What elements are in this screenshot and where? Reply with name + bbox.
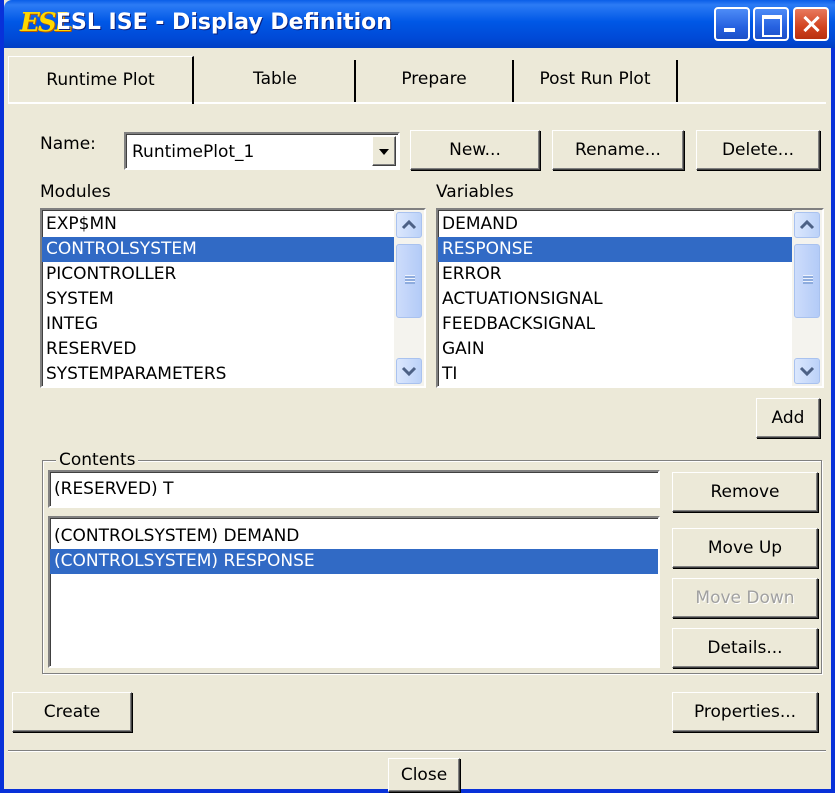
list-item[interactable]: CONTROLSYSTEM [42,237,394,262]
rename-button[interactable]: Rename... [552,130,684,170]
add-button[interactable]: Add [756,398,820,438]
tab-post-run-plot[interactable]: Post Run Plot [514,60,678,102]
chevron-down-icon[interactable] [372,136,396,166]
create-button[interactable]: Create [12,692,132,732]
modules-listbox[interactable]: EXP$MN CONTROLSYSTEM PICONTROLLER SYSTEM… [40,208,426,388]
list-item[interactable]: (CONTROLSYSTEM) RESPONSE [50,549,658,574]
minimize-button[interactable] [714,7,750,41]
scroll-thumb[interactable] [396,244,422,318]
list-item[interactable]: GAIN [438,337,792,362]
contents-listbox[interactable]: (CONTROLSYSTEM) DEMAND (CONTROLSYSTEM) R… [48,516,660,668]
details-button[interactable]: Details... [672,628,818,668]
new-button[interactable]: New... [410,130,540,170]
tab-table[interactable]: Table [196,60,356,102]
name-label: Name: [40,134,96,154]
name-combobox-value: RuntimePlot_1 [132,142,255,162]
modules-list: EXP$MN CONTROLSYSTEM PICONTROLLER SYSTEM… [42,212,394,386]
variables-label: Variables [436,182,514,202]
remove-button[interactable]: Remove [672,472,818,512]
scroll-up-icon[interactable] [396,212,422,238]
list-item[interactable]: EXP$MN [42,212,394,237]
modules-label: Modules [40,182,111,202]
list-item[interactable]: INTEG [42,312,394,337]
esl-app-icon: ESL [20,8,73,38]
list-item[interactable]: SYSTEMPARAMETERS [42,362,394,386]
variables-listbox[interactable]: DEMAND RESPONSE ERROR ACTUATIONSIGNAL FE… [436,208,824,388]
maximize-button[interactable] [753,7,789,41]
contents-entry-field[interactable]: (RESERVED) T [48,470,660,508]
list-item[interactable]: ERROR [438,262,792,287]
scroll-up-icon[interactable] [794,212,820,238]
modules-scrollbar[interactable] [394,210,424,386]
title-bar[interactable]: ESL ESL ISE - Display Definition [4,0,835,48]
list-item[interactable]: SYSTEM [42,287,394,312]
window-title: ESL ISE - Display Definition [56,10,392,35]
scroll-down-icon[interactable] [396,358,422,384]
delete-button[interactable]: Delete... [696,130,820,170]
close-window-button[interactable] [793,7,829,41]
runtime-plot-panel: Name: RuntimePlot_1 New... Rename... Del… [8,104,826,744]
list-item[interactable]: RESPONSE [438,237,792,262]
scroll-thumb[interactable] [794,244,820,318]
list-item[interactable]: (CONTROLSYSTEM) DEMAND [50,524,658,549]
close-button[interactable]: Close [388,758,460,792]
variables-scrollbar[interactable] [792,210,822,386]
tab-prepare[interactable]: Prepare [356,60,514,102]
move-up-button[interactable]: Move Up [672,528,818,568]
properties-button[interactable]: Properties... [672,692,818,732]
list-item[interactable]: ACTUATIONSIGNAL [438,287,792,312]
name-combobox[interactable]: RuntimePlot_1 [124,132,400,170]
bottom-divider [8,750,826,752]
contents-entry-value: (RESERVED) T [54,479,174,499]
contents-list: (CONTROLSYSTEM) DEMAND (CONTROLSYSTEM) R… [50,524,658,574]
list-item[interactable]: PICONTROLLER [42,262,394,287]
variables-list: DEMAND RESPONSE ERROR ACTUATIONSIGNAL FE… [438,212,792,386]
move-down-button[interactable]: Move Down [672,578,818,618]
list-item[interactable]: DEMAND [438,212,792,237]
contents-group-title: Contents [56,450,139,470]
scroll-down-icon[interactable] [794,358,820,384]
tab-runtime-plot[interactable]: Runtime Plot [8,56,194,104]
display-definition-window: ESL ESL ISE - Display Definition Runtime… [0,0,835,793]
list-item[interactable]: RESERVED [42,337,394,362]
list-item[interactable]: FEEDBACKSIGNAL [438,312,792,337]
list-item[interactable]: TI [438,362,792,386]
